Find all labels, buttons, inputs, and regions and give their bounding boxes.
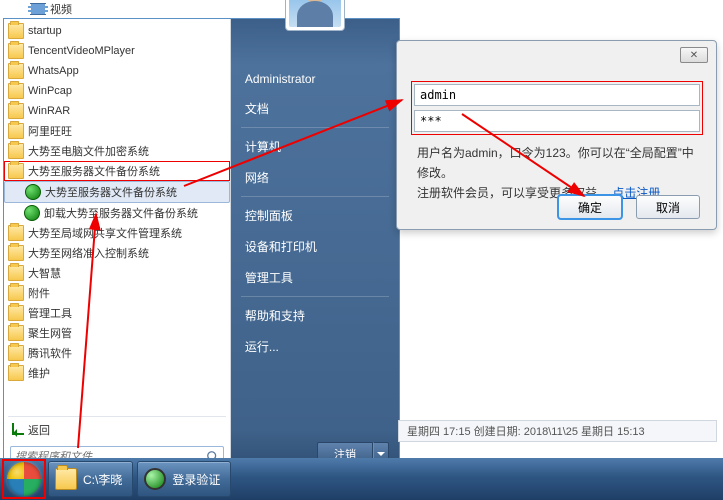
program-item[interactable]: 管理工具 [4, 303, 230, 323]
program-label: 阿里旺旺 [28, 123, 72, 139]
taskbar: C:\李晓 登录验证 [0, 458, 723, 500]
start-menu: startup TencentVideoMPlayer WhatsApp WinPca… [3, 18, 400, 476]
back-button[interactable]: 返回 [4, 420, 230, 440]
right-panel-item[interactable]: 网络 [231, 162, 399, 193]
program-label: 大势至局域网共享文件管理系统 [28, 225, 182, 241]
right-panel-item[interactable]: 控制面板 [231, 200, 399, 231]
folder-icon [8, 245, 24, 261]
folder-icon [8, 23, 24, 39]
right-panel-item[interactable]: 设备和打印机 [231, 231, 399, 262]
password-input[interactable] [414, 110, 700, 132]
program-item[interactable]: 附件 [4, 283, 230, 303]
folder-icon [8, 305, 24, 321]
program-item[interactable]: 大智慧 [4, 263, 230, 283]
program-item[interactable]: 聚生网管 [4, 323, 230, 343]
right-panel-item[interactable]: 管理工具 [231, 262, 399, 293]
program-label: 维护 [28, 365, 50, 381]
program-label: 大势至电脑文件加密系统 [28, 143, 149, 159]
folder-icon [8, 103, 24, 119]
program-item[interactable]: 维护 [4, 363, 230, 383]
program-item[interactable]: WinPcap [4, 81, 230, 101]
status-bar: 星期四 17:15 创建日期: 2018\11\25 星期日 15:13 [398, 420, 717, 442]
folder-icon [8, 225, 24, 241]
folder-icon [8, 163, 24, 179]
program-item[interactable]: 大势至服务器文件备份系统 [4, 181, 230, 203]
app-icon [144, 468, 166, 490]
program-label: 大势至服务器文件备份系统 [45, 184, 177, 200]
program-label: 聚生网管 [28, 325, 72, 341]
program-label: startup [28, 25, 62, 37]
right-panel-item[interactable]: 文档 [231, 93, 399, 124]
program-item[interactable]: TencentVideoMPlayer [4, 41, 230, 61]
program-label: 管理工具 [28, 305, 72, 321]
program-item[interactable]: startup [4, 21, 230, 41]
program-item[interactable]: 大势至电脑文件加密系统 [4, 141, 230, 161]
program-item[interactable]: 大势至服务器文件备份系统 [4, 161, 230, 181]
program-label: 大势至服务器文件备份系统 [28, 163, 160, 179]
folder-icon [8, 63, 24, 79]
video-library-item[interactable]: 视频 [30, 1, 72, 17]
divider [241, 196, 389, 197]
app-icon [24, 205, 40, 221]
start-button[interactable] [2, 459, 46, 499]
program-item[interactable]: 大势至网络准入控制系统 [4, 243, 230, 263]
dialog-message: 用户名为admin，口令为123。你可以在“全局配置”中修改。 注册软件会员，可… [417, 143, 700, 203]
cancel-button[interactable]: 取消 [636, 195, 700, 219]
folder-icon [8, 325, 24, 341]
program-label: 大势至网络准入控制系统 [28, 245, 149, 261]
right-panel-item[interactable]: 计算机 [231, 131, 399, 162]
program-label: WhatsApp [28, 65, 79, 77]
start-menu-programs-panel: startup TencentVideoMPlayer WhatsApp WinPca… [4, 19, 231, 476]
app-icon [25, 184, 41, 200]
ok-button[interactable]: 确定 [558, 195, 622, 219]
program-item[interactable]: 卸载大势至服务器文件备份系统 [4, 203, 230, 223]
close-button[interactable]: ✕ [680, 47, 708, 63]
folder-icon [8, 143, 24, 159]
taskbar-item-explorer[interactable]: C:\李晓 [48, 461, 133, 497]
folder-icon [8, 83, 24, 99]
divider [241, 296, 389, 297]
taskbar-item-login[interactable]: 登录验证 [137, 461, 231, 497]
video-icon [30, 3, 46, 15]
start-menu-right-panel: Administrator 文档计算机网络控制面板设备和打印机管理工具帮助和支持… [231, 19, 399, 476]
right-panel-item[interactable]: 帮助和支持 [231, 300, 399, 331]
user-name-link[interactable]: Administrator [231, 65, 399, 93]
divider [241, 127, 389, 128]
program-label: 附件 [28, 285, 50, 301]
program-item[interactable]: 大势至局域网共享文件管理系统 [4, 223, 230, 243]
folder-icon [8, 43, 24, 59]
program-label: 卸载大势至服务器文件备份系统 [44, 205, 198, 221]
taskbar-label: 登录验证 [172, 471, 220, 488]
username-input[interactable] [414, 84, 700, 106]
status-text: 星期四 17:15 创建日期: 2018\11\25 星期日 15:13 [407, 423, 645, 439]
program-item[interactable]: WinRAR [4, 101, 230, 121]
program-label: WinRAR [28, 105, 70, 117]
back-arrow-icon [8, 422, 24, 438]
folder-icon [8, 265, 24, 281]
user-avatar[interactable] [285, 0, 345, 31]
folder-icon [55, 468, 77, 490]
program-label: TencentVideoMPlayer [28, 45, 135, 57]
login-fields-group [411, 81, 703, 135]
divider [8, 416, 226, 417]
folder-icon [8, 285, 24, 301]
program-item[interactable]: 阿里旺旺 [4, 121, 230, 141]
program-label: 腾讯软件 [28, 345, 72, 361]
login-dialog: ✕ 用户名为admin，口令为123。你可以在“全局配置”中修改。 注册软件会员… [396, 40, 717, 230]
programs-list: startup TencentVideoMPlayer WhatsApp WinPca… [4, 19, 230, 413]
program-item[interactable]: 腾讯软件 [4, 343, 230, 363]
right-panel-item[interactable]: 运行... [231, 331, 399, 362]
msg-line1: 用户名为admin，口令为123。你可以在“全局配置”中修改。 [417, 146, 694, 180]
program-label: 大智慧 [28, 265, 61, 281]
program-label: WinPcap [28, 85, 72, 97]
folder-icon [8, 123, 24, 139]
windows-orb-icon [7, 462, 41, 496]
video-label: 视频 [50, 1, 72, 17]
folder-icon [8, 345, 24, 361]
taskbar-label: C:\李晓 [83, 471, 122, 488]
back-label: 返回 [28, 422, 50, 438]
folder-icon [8, 365, 24, 381]
program-item[interactable]: WhatsApp [4, 61, 230, 81]
